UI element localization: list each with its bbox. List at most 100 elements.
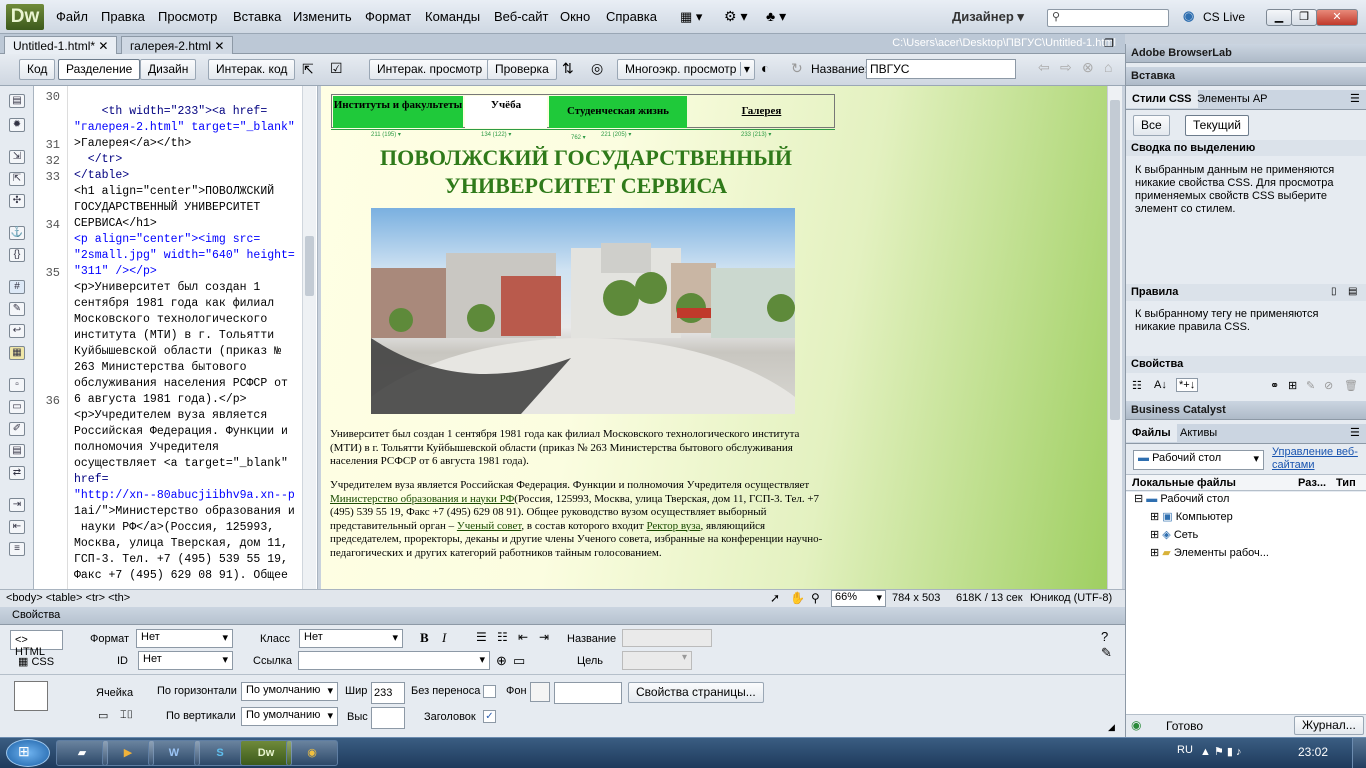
nav-student-life[interactable]: Студенческая жизнь: [549, 96, 687, 128]
format-source-icon[interactable]: ≡: [9, 542, 25, 556]
quick-tag-editor-icon[interactable]: ✎: [1101, 645, 1112, 661]
design-view[interactable]: Институты и факультеты Учёба Студенческа…: [321, 86, 1107, 589]
site-tools-icon[interactable]: ♣ ▾: [766, 8, 786, 25]
alpha-sort-icon[interactable]: A↓: [1154, 379, 1167, 391]
point-to-file-icon[interactable]: ⊕: [496, 653, 507, 669]
link-rector[interactable]: Ректор вуза: [646, 520, 700, 532]
bold-icon[interactable]: B: [420, 630, 429, 646]
panel-menu-icon[interactable]: ☰: [1350, 426, 1360, 439]
menu-insert[interactable]: Вставка: [233, 9, 281, 24]
stop-icon[interactable]: ⊗: [1082, 59, 1094, 76]
rules-cascade-icon[interactable]: ▤: [1348, 286, 1357, 297]
horizontal-align-select[interactable]: По умолчанию ▾: [241, 682, 338, 701]
tab-files[interactable]: Файлы: [1126, 424, 1177, 442]
recent-snippets-icon[interactable]: ▤: [9, 444, 25, 458]
multiscreen-button[interactable]: Многоэкр. просмотр ▾: [617, 59, 755, 80]
close-icon[interactable]: ✕: [214, 39, 224, 53]
validate-button[interactable]: Проверка: [487, 59, 557, 80]
link-academic-council[interactable]: Ученый совет: [457, 520, 522, 532]
collapse-selection-icon[interactable]: ⇲: [9, 150, 25, 164]
back-icon[interactable]: ⇦: [1038, 59, 1050, 76]
highlight-invalid-icon[interactable]: ✎: [9, 302, 25, 316]
word-icon[interactable]: W: [148, 740, 200, 766]
cs-live-button[interactable]: CS Live: [1203, 10, 1245, 24]
browse-folder-icon[interactable]: ▭: [513, 653, 525, 669]
browserlab-header[interactable]: Adobe BrowserLab: [1126, 44, 1366, 63]
nav-study[interactable]: Учёба: [465, 96, 547, 128]
clock[interactable]: 23:02: [1298, 745, 1328, 759]
disable-icon[interactable]: ⊘: [1324, 379, 1333, 392]
tree-item-desktop[interactable]: ⊟ ▬ Рабочий стол: [1134, 492, 1229, 508]
code-scrollbar[interactable]: [302, 86, 316, 589]
layout-icon[interactable]: ▦ ▾: [680, 9, 702, 25]
chrome-icon[interactable]: ◉: [286, 740, 338, 766]
show-desktop-button[interactable]: [1352, 738, 1366, 768]
check-page-icon[interactable]: ☑: [330, 60, 343, 77]
refresh-icon[interactable]: ↻: [791, 60, 803, 77]
merge-cells-icon[interactable]: ▭: [98, 709, 108, 722]
word-wrap-icon[interactable]: ↩: [9, 324, 25, 338]
tree-item-desktop-items[interactable]: ⊞ ▰ Элементы рабоч...: [1150, 546, 1269, 562]
menu-site[interactable]: Веб-сайт: [494, 9, 548, 24]
tree-item-network[interactable]: ⊞ ◈ Сеть: [1150, 528, 1198, 544]
menu-modify[interactable]: Изменить: [293, 9, 352, 24]
visual-aids-icon[interactable]: ◐: [761, 60, 769, 76]
collapse-icon[interactable]: ⊟: [1134, 493, 1143, 505]
page-title-input[interactable]: [866, 59, 1016, 79]
page-properties-button[interactable]: Свойства страницы...: [628, 682, 764, 703]
menu-commands[interactable]: Команды: [425, 9, 480, 24]
tab-assets[interactable]: Активы: [1174, 424, 1223, 442]
expand-icon[interactable]: ⊞: [1150, 511, 1159, 523]
pointer-tool-icon[interactable]: ➚: [770, 591, 780, 605]
gear-icon[interactable]: ⚙ ▾: [724, 8, 747, 25]
collapse-icon[interactable]: ◢: [1108, 722, 1115, 733]
no-wrap-checkbox[interactable]: [483, 685, 496, 698]
menu-help[interactable]: Справка: [606, 9, 657, 24]
italic-icon[interactable]: I: [442, 630, 446, 646]
wrap-tag-icon[interactable]: ✐: [9, 422, 25, 436]
rules-view-icon[interactable]: ▯: [1331, 286, 1337, 297]
link-ministry[interactable]: Министерство образования и науки РФ: [330, 493, 514, 505]
business-catalyst-header[interactable]: Business Catalyst: [1126, 401, 1366, 420]
set-properties-icon[interactable]: *+↓: [1176, 378, 1199, 392]
close-icon[interactable]: ✕: [98, 39, 108, 53]
panel-menu-icon[interactable]: ☰: [1350, 92, 1360, 105]
expand-icon[interactable]: ⊞: [1150, 529, 1159, 541]
workspace-switcher[interactable]: Дизайнер ▾: [952, 9, 1024, 25]
tab-gallery-2[interactable]: галерея-2.html ✕: [121, 36, 234, 54]
tree-item-computer[interactable]: ⊞ ▣ Компьютер: [1150, 510, 1233, 526]
restore-button[interactable]: ❐: [1291, 9, 1317, 26]
university-panorama-image[interactable]: [371, 208, 795, 414]
column-local-files[interactable]: Локальные файлы: [1132, 477, 1236, 489]
id-select[interactable]: Нет ▾: [138, 651, 233, 670]
inspect-icon[interactable]: ⇱: [302, 61, 314, 78]
split-view-button[interactable]: Разделение: [58, 59, 141, 80]
vertical-align-select[interactable]: По умолчанию ▾: [241, 707, 338, 726]
help-icon[interactable]: ?: [1101, 629, 1108, 644]
split-cell-icon[interactable]: ⌶⌷: [120, 709, 133, 722]
ordered-list-icon[interactable]: ☷: [497, 630, 508, 644]
restore-doc-icon[interactable]: ❐: [1104, 37, 1114, 50]
html-mode-button[interactable]: <> HTML: [10, 630, 63, 658]
format-select[interactable]: Нет ▾: [136, 629, 233, 648]
select-parent-tag-icon[interactable]: ✣: [9, 194, 25, 208]
balance-braces-icon[interactable]: ⚓: [9, 226, 25, 240]
window-size[interactable]: 784 x 503: [892, 592, 940, 604]
live-code-button[interactable]: Интерак. код: [208, 59, 296, 80]
tab-untitled-1[interactable]: Untitled-1.html* ✕: [4, 36, 118, 54]
move-css-icon[interactable]: ⇄: [9, 466, 25, 480]
browser-preview-icon[interactable]: ◎: [591, 60, 603, 77]
indent-icon[interactable]: ⇥: [9, 498, 25, 512]
language-indicator[interactable]: RU: [1177, 744, 1193, 756]
column-size[interactable]: Раз...: [1298, 477, 1326, 489]
properties-title-bar[interactable]: Свойства: [0, 607, 1125, 625]
column-type[interactable]: Тип: [1336, 477, 1356, 489]
attach-stylesheet-icon[interactable]: ⚭: [1270, 379, 1279, 392]
media-icon[interactable]: ▶: [102, 740, 154, 766]
minimize-button[interactable]: ▁: [1266, 9, 1292, 26]
header-checkbox[interactable]: ✓: [483, 710, 496, 723]
class-select[interactable]: Нет ▾: [299, 629, 403, 648]
trash-icon[interactable]: 🗑: [1344, 379, 1358, 392]
menu-file[interactable]: Файл: [56, 9, 88, 24]
css-mode-button[interactable]: ▦ CSS: [18, 655, 54, 668]
